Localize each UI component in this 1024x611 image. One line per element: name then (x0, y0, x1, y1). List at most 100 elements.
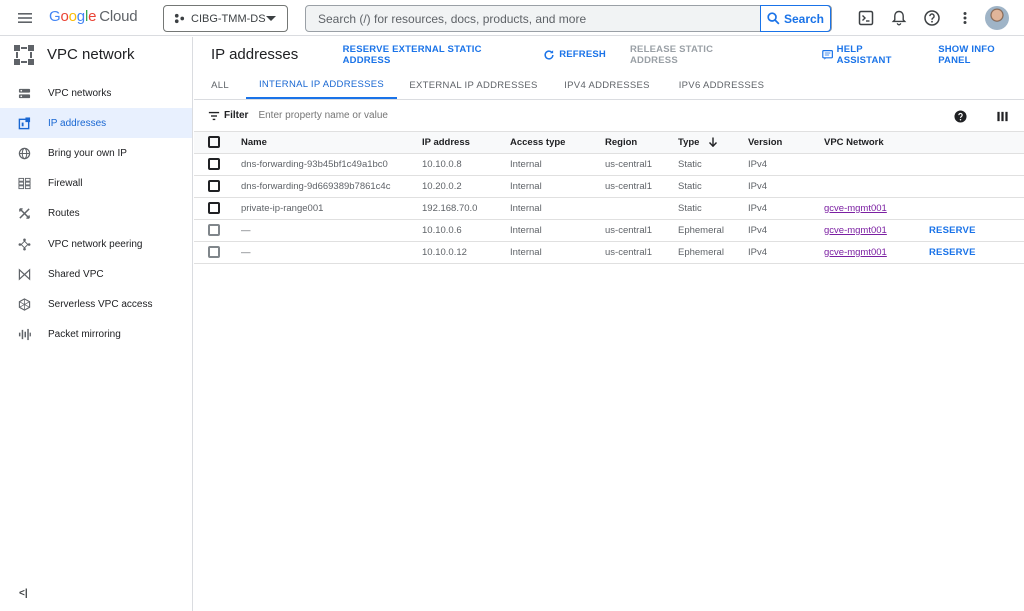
cell-type: Static (678, 197, 748, 220)
row-checkbox[interactable] (208, 224, 220, 236)
cell-ip-address: 10.10.0.6 (422, 219, 510, 242)
reserve-button[interactable]: RESERVE (929, 225, 976, 236)
cell-vpc-network: gcve-mgmt001 (824, 219, 929, 242)
column-header-vpc-network[interactable]: VPC Network (824, 132, 929, 154)
column-display-options-icon[interactable] (996, 110, 1009, 123)
firewall-icon (18, 178, 31, 190)
sidebar-item-shared-vpc[interactable]: Shared VPC (0, 259, 192, 289)
help-icon[interactable] (922, 8, 942, 28)
sidebar-item-bring-your-own-ip[interactable]: Bring your own IP (0, 138, 192, 168)
column-header-type[interactable]: Type (678, 132, 748, 154)
sidebar-item-serverless-vpc-access[interactable]: Serverless VPC access (0, 289, 192, 319)
cell-vpc-network (824, 175, 929, 198)
vpc-network-link[interactable]: gcve-mgmt001 (824, 203, 887, 214)
logo-cloud-text: Cloud (99, 8, 138, 25)
row-checkbox[interactable] (208, 158, 220, 170)
terminal-icon[interactable] (856, 8, 876, 28)
cell-region (605, 197, 678, 220)
cell-type: Ephemeral (678, 219, 748, 242)
search-input[interactable] (306, 6, 761, 31)
reserve-external-static-address-button[interactable]: RESERVE EXTERNAL STATIC ADDRESS (343, 44, 520, 66)
cell-access-type: Internal (510, 219, 605, 242)
sidebar-nav: VPC networks IP addresses Bring your own… (0, 78, 192, 350)
cell-version: IPv4 (748, 219, 824, 242)
sidebar-item-ip-addresses[interactable]: IP addresses (0, 108, 192, 139)
sidebar-item-firewall[interactable]: Firewall (0, 169, 192, 199)
cell-action: RESERVE (929, 219, 1024, 242)
sidebar-item-label: IP addresses (48, 117, 107, 129)
sidebar-item-label: Serverless VPC access (48, 298, 153, 310)
cell-access-type: Internal (510, 241, 605, 264)
column-help-icon[interactable] (954, 110, 967, 123)
cell-type: Ephemeral (678, 241, 748, 264)
cell-version: IPv4 (748, 175, 824, 198)
row-select-cell (194, 197, 241, 220)
sidebar-item-vpc-networks[interactable]: VPC networks (0, 78, 192, 108)
sidebar-item-label: Bring your own IP (48, 147, 127, 159)
cell-action (929, 175, 1024, 198)
project-selector[interactable]: CIBG-TMM-DS (163, 5, 288, 32)
row-checkbox[interactable] (208, 246, 220, 258)
cell-vpc-network (824, 153, 929, 176)
search-button-label: Search (783, 11, 825, 26)
reserve-button[interactable]: RESERVE (929, 247, 976, 258)
table-row: — 10.10.0.12 Internal us-central1 Epheme… (194, 241, 1024, 264)
column-header-name[interactable]: Name (241, 132, 422, 154)
select-all-checkbox[interactable] (208, 136, 220, 149)
routes-icon (19, 208, 30, 220)
collapse-sidebar-button[interactable]: <| (19, 588, 28, 599)
column-header-region[interactable]: Region (605, 132, 678, 154)
packet-mirroring-icon (18, 329, 31, 341)
table-row: — 10.10.0.6 Internal us-central1 Ephemer… (194, 219, 1024, 242)
search-button[interactable]: Search (760, 5, 831, 32)
serverless-icon (18, 298, 31, 311)
cell-region: us-central1 (605, 241, 678, 264)
tab-external-ip-addresses[interactable]: EXTERNAL IP ADDRESSES (397, 72, 550, 99)
row-checkbox[interactable] (208, 202, 220, 214)
tab-all[interactable]: ALL (194, 72, 246, 99)
row-select-cell (194, 153, 241, 176)
more-vert-icon[interactable] (955, 8, 975, 28)
column-header-access-type[interactable]: Access type (510, 132, 605, 154)
filter-label: Filter (224, 110, 249, 121)
cell-name: — (241, 241, 422, 264)
project-dots-icon (174, 13, 185, 24)
help-assistant-label: HELP ASSISTANT (836, 43, 892, 66)
sidebar-item-label: Packet mirroring (48, 329, 121, 341)
logo-letter: G (49, 8, 61, 25)
cell-vpc-network: gcve-mgmt001 (824, 241, 929, 264)
column-header-version[interactable]: Version (748, 132, 824, 154)
avatar[interactable] (985, 6, 1009, 30)
page-header: IP addresses RESERVE EXTERNAL STATIC ADD… (194, 37, 1024, 72)
google-cloud-logo[interactable]: Google Cloud (49, 8, 138, 25)
filter-input[interactable] (258, 110, 659, 121)
refresh-button[interactable]: REFRESH (543, 49, 606, 61)
tab-ipv4-addresses[interactable]: IPV4 ADDRESSES (550, 72, 664, 99)
cell-version: IPv4 (748, 241, 824, 264)
sidebar-item-packet-mirroring[interactable]: Packet mirroring (0, 320, 192, 350)
cell-action: RESERVE (929, 241, 1024, 264)
tab-internal-ip-addresses[interactable]: INTERNAL IP ADDRESSES (246, 72, 397, 99)
help-assistant-button[interactable]: HELP ASSISTANT (821, 43, 915, 66)
cell-name: — (241, 219, 422, 242)
sidebar-item-vpc-network-peering[interactable]: VPC network peering (0, 229, 192, 259)
sidebar-item-routes[interactable]: Routes (0, 199, 192, 229)
column-header-ip-address[interactable]: IP address (422, 132, 510, 154)
row-checkbox[interactable] (208, 180, 220, 192)
table-row: private-ip-range001 192.168.70.0 Interna… (194, 197, 1024, 220)
table-row: dns-forwarding-9d669389b7861c4c 10.20.0.… (194, 175, 1024, 198)
table-row: dns-forwarding-93b45bf1c49a1bc0 10.10.0.… (194, 153, 1024, 176)
cell-access-type: Internal (510, 153, 605, 176)
cell-ip-address: 10.20.0.2 (422, 175, 510, 198)
vpc-network-link[interactable]: gcve-mgmt001 (824, 225, 887, 236)
show-info-panel-button[interactable]: SHOW INFO PANEL (938, 44, 1024, 66)
release-static-address-button[interactable]: RELEASE STATIC ADDRESS (630, 44, 755, 66)
search-box: Search (305, 5, 832, 32)
cell-region: us-central1 (605, 175, 678, 198)
cell-type: Static (678, 153, 748, 176)
vpc-network-link[interactable]: gcve-mgmt001 (824, 247, 887, 258)
cell-region: us-central1 (605, 153, 678, 176)
bell-icon[interactable] (889, 8, 909, 28)
tab-ipv6-addresses[interactable]: IPV6 ADDRESSES (664, 72, 779, 99)
hamburger-menu-icon[interactable] (15, 8, 35, 28)
